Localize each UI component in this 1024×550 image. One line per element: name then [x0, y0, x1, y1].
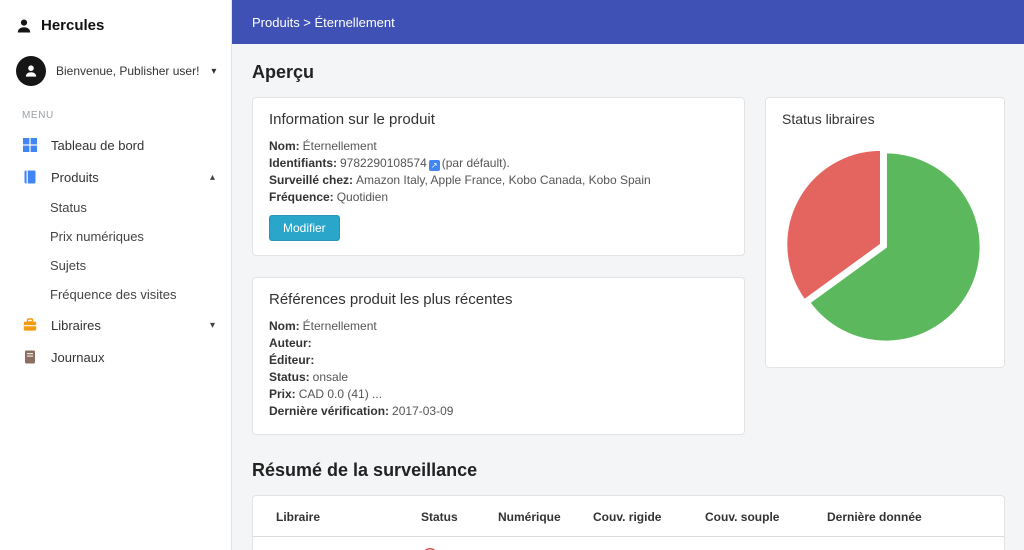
- sidebar-item-libraires[interactable]: Libraires ▾: [0, 309, 231, 341]
- field-value: CAD 0.0 (41) ...: [298, 387, 383, 401]
- chevron-down-icon: ▾: [209, 319, 215, 331]
- overview-title: Aperçu: [252, 62, 315, 82]
- field-value: Quotidien: [336, 190, 389, 204]
- field-value: Amazon Italy, Apple France, Kobo Canada,…: [356, 173, 651, 187]
- product-info-card: Information sur le produit Nom: Éternelle…: [252, 97, 745, 256]
- status-libraires-card: Status libraires: [765, 97, 1005, 368]
- ref-line: Prix: CAD 0.0 (41) ...: [269, 386, 728, 403]
- cell-couv-souple: [697, 536, 819, 550]
- field-label: Auteur:: [269, 336, 312, 350]
- top-header-bar: Produits > Éternellement: [232, 0, 1024, 44]
- field-label: Nom:: [269, 319, 300, 333]
- col-derniere-donnee: Dernière donnée: [819, 496, 1004, 537]
- sidebar-item-sujets[interactable]: Sujets: [0, 251, 231, 280]
- field-label: Éditeur:: [269, 353, 315, 367]
- welcome-text: Bienvenue, Publisher user!: [56, 64, 200, 78]
- status-pie: [785, 148, 982, 343]
- cell-status: [413, 536, 490, 550]
- content: Aperçu Information sur le produit Nom: Ét…: [232, 44, 1024, 550]
- produits-submenu: Status Prix numériques Sujets Fréquence …: [0, 193, 231, 309]
- monitoring-table-card: Libraire Status Numérique Couv. rigide C…: [252, 495, 1005, 550]
- field-value: 2017-03-09: [392, 404, 454, 418]
- sidebar-item-frequence-visites[interactable]: Fréquence des visites: [0, 280, 231, 309]
- field-label: Dernière vérification:: [269, 404, 390, 418]
- product-monitored-line: Surveillé chez: Amazon Italy, Apple Franc…: [269, 172, 728, 189]
- col-numerique: Numérique: [490, 496, 585, 537]
- field-label: Status:: [269, 370, 310, 384]
- user-menu[interactable]: Bienvenue, Publisher user! ▾: [0, 46, 231, 98]
- field-label: Identifiants:: [269, 156, 337, 170]
- monitoring-title: Résumé de la surveillance: [252, 460, 478, 480]
- sidebar-item-produits[interactable]: Produits ▴: [0, 161, 231, 193]
- sidebar-item-prix-numeriques[interactable]: Prix numériques: [0, 222, 231, 251]
- pie-chart: [782, 137, 990, 353]
- ref-line: Éditeur:: [269, 352, 728, 369]
- menu-section-label: MENU: [22, 110, 54, 121]
- sidebar-item-label: Tableau de bord: [51, 137, 145, 153]
- field-value: Éternellement: [302, 139, 377, 153]
- product-frequency-line: Fréquence: Quotidien: [269, 189, 728, 206]
- edit-button[interactable]: Modifier: [269, 215, 340, 241]
- card-title: Information sur le produit: [269, 111, 435, 128]
- card-title: Références produit les plus récentes: [269, 291, 513, 308]
- field-label: Surveillé chez:: [269, 173, 354, 187]
- sidebar-item-dashboard[interactable]: Tableau de bord: [0, 129, 231, 161]
- sidebar: Hercules Bienvenue, Publisher user! ▾ ME…: [0, 0, 232, 550]
- field-value: Éternellement: [302, 319, 377, 333]
- product-id-line: Identifiants: 9782290108574 ↗ (par défault)…: [269, 155, 728, 172]
- table-row: Amazon Canada 2017-05-02 05:01:12 UTC: [253, 536, 1004, 550]
- chevron-down-icon: ▾: [211, 65, 217, 77]
- cell-couv-rigide: [585, 536, 697, 550]
- cell-numerique: [490, 536, 585, 550]
- isbn-link-icon[interactable]: ↗: [428, 160, 440, 171]
- col-libraire: Libraire: [253, 496, 413, 537]
- field-suffix: (par défault).: [441, 156, 510, 170]
- brand[interactable]: Hercules: [0, 0, 231, 46]
- chart-title: Status libraires: [782, 111, 875, 127]
- monitoring-table: Libraire Status Numérique Couv. rigide C…: [253, 496, 1004, 550]
- table-header-row: Libraire Status Numérique Couv. rigide C…: [253, 496, 1004, 537]
- field-label: Prix:: [269, 387, 296, 401]
- field-value: onsale: [312, 370, 349, 384]
- col-status: Status: [413, 496, 490, 537]
- sidebar-item-label: Journaux: [51, 349, 105, 365]
- col-couv-rigide: Couv. rigide: [585, 496, 697, 537]
- store-icon: [22, 317, 38, 333]
- journal-icon: [22, 349, 38, 365]
- sidebar-item-label: Produits: [51, 169, 99, 185]
- ref-line: Dernière vérification: 2017-03-09: [269, 403, 728, 420]
- breadcrumb[interactable]: Produits > Éternellement: [252, 15, 395, 30]
- ref-line: Nom: Éternellement: [269, 318, 728, 335]
- book-icon: [22, 169, 38, 185]
- cell-derniere: 2017-05-02 05:01:12 UTC: [819, 536, 1004, 550]
- ref-line: Auteur:: [269, 335, 728, 352]
- sidebar-item-status[interactable]: Status: [0, 193, 231, 222]
- latest-references-card: Références produit les plus récentes Nom…: [252, 277, 745, 435]
- field-label: Nom:: [269, 139, 300, 153]
- brand-label: Hercules: [41, 17, 105, 34]
- user-icon: [16, 18, 32, 34]
- cell-libraire: Amazon Canada: [253, 536, 413, 550]
- main-area: Produits > Éternellement Aperçu Informat…: [232, 0, 1024, 550]
- col-couv-souple: Couv. souple: [697, 496, 819, 537]
- sidebar-item-label: Libraires: [51, 317, 101, 333]
- chevron-up-icon: ▴: [209, 171, 215, 183]
- dashboard-icon: [22, 137, 38, 153]
- sidebar-item-journaux[interactable]: Journaux: [0, 341, 231, 373]
- avatar: [16, 56, 46, 86]
- field-value: 9782290108574: [340, 156, 427, 170]
- product-name-line: Nom: Éternellement: [269, 138, 728, 155]
- ref-line: Status: onsale: [269, 369, 728, 386]
- field-label: Fréquence:: [269, 190, 334, 204]
